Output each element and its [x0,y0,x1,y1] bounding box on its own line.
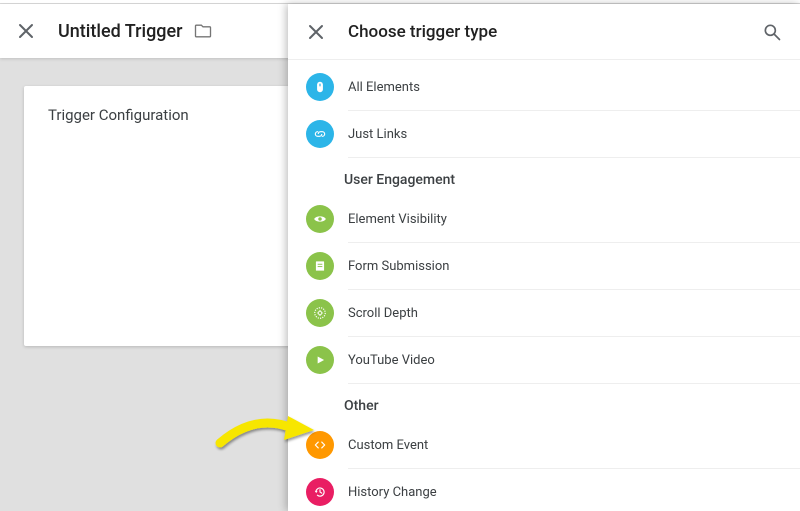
mouse-icon [306,73,334,101]
history-icon [306,478,334,506]
section-label-engagement: User Engagement [288,158,800,196]
scroll-icon [306,299,334,327]
trigger-option-youtube-video[interactable]: YouTube Video [288,337,800,383]
form-icon [306,252,334,280]
eye-icon [306,205,334,233]
close-icon[interactable] [304,20,328,44]
panel-title: Choose trigger type [348,22,760,42]
trigger-option-label: Form Submission [348,259,449,274]
trigger-option-history-change[interactable]: History Change [288,469,800,511]
trigger-option-scroll-depth[interactable]: Scroll Depth [288,290,800,336]
trigger-option-all-elements[interactable]: All Elements [288,64,800,110]
trigger-type-panel: Choose trigger type All Elements Just Li… [288,4,800,511]
code-icon [306,431,334,459]
trigger-option-element-visibility[interactable]: Element Visibility [288,196,800,242]
search-icon[interactable] [760,20,784,44]
trigger-option-label: History Change [348,485,437,500]
link-icon [306,120,334,148]
trigger-option-label: YouTube Video [348,353,435,368]
folder-icon[interactable] [193,21,213,41]
close-icon[interactable] [14,19,38,43]
trigger-option-just-links[interactable]: Just Links [288,111,800,157]
trigger-option-label: Just Links [348,127,407,142]
trigger-option-label: Element Visibility [348,212,447,227]
trigger-option-form-submission[interactable]: Form Submission [288,243,800,289]
trigger-option-label: All Elements [348,80,420,95]
trigger-option-label: Custom Event [348,438,428,453]
trigger-option-label: Scroll Depth [348,306,418,321]
trigger-option-custom-event[interactable]: Custom Event [288,422,800,468]
panel-body[interactable]: All Elements Just Links User Engagement … [288,60,800,511]
section-label-other: Other [288,384,800,422]
panel-header: Choose trigger type [288,4,800,60]
play-icon [306,346,334,374]
page-title[interactable]: Untitled Trigger [58,21,183,42]
